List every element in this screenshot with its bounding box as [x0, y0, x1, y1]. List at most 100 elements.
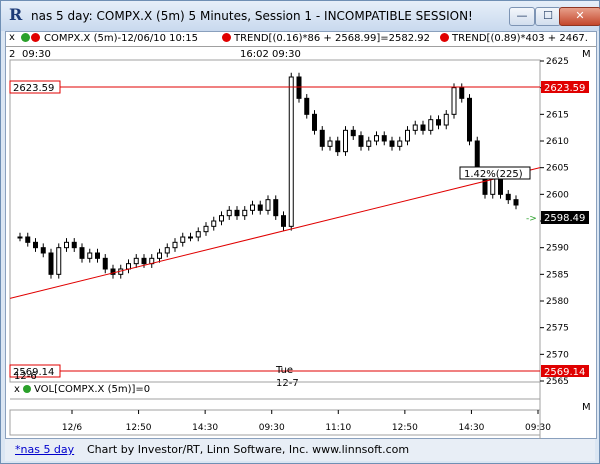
y-tick-label: 2590 — [546, 244, 569, 254]
m-button[interactable]: M — [582, 49, 591, 60]
y-tick-label: 2600 — [546, 190, 569, 200]
candle-body — [79, 247, 85, 259]
candle-body — [374, 135, 379, 142]
candle-body — [397, 140, 403, 147]
trend1-color-icon[interactable] — [222, 33, 231, 42]
candle-body — [242, 209, 248, 217]
legend-trend2-label: TREND[(0.89)*403 + 2467. — [452, 33, 588, 44]
date-label-2-date: 12-7 — [276, 378, 299, 389]
window-title: nas 5 day: COMPX.X (5m) 5 Minutes, Sessi… — [31, 9, 473, 23]
x-tick-label: 09:30 — [525, 423, 551, 433]
candle-body — [428, 119, 434, 131]
candle-body — [350, 129, 356, 137]
header-mid-time: 16:02 — [240, 49, 269, 60]
series-color-icon[interactable] — [31, 33, 40, 42]
candle-body — [95, 252, 100, 259]
date-label-1: 12-6 — [14, 371, 37, 382]
x-tick-label: 12:50 — [126, 423, 152, 433]
candle-body — [273, 199, 279, 217]
trend2-color-icon[interactable] — [440, 33, 449, 42]
candle-body — [335, 140, 341, 153]
candle-body — [381, 135, 387, 142]
candle-body — [412, 124, 418, 131]
candle-body — [366, 140, 372, 147]
level-bottom-label-right: 2569.14 — [544, 367, 585, 378]
y-tick-label: 2610 — [546, 137, 569, 147]
candle-body — [157, 252, 162, 259]
candle-body — [172, 241, 178, 249]
date-label-2-day: Tue — [275, 365, 293, 376]
candle-body — [250, 204, 255, 211]
minimize-button[interactable]: — — [509, 7, 535, 26]
candle-body — [219, 215, 224, 222]
volume-close-button[interactable]: x — [14, 384, 20, 395]
candle-body — [312, 113, 317, 131]
y-tick-label: 2615 — [546, 110, 569, 120]
candle-body — [389, 140, 395, 147]
candle-body — [133, 257, 139, 265]
candle-body — [234, 209, 240, 217]
candle-body — [203, 225, 209, 233]
header-left-time: 09:30 — [22, 49, 51, 60]
candle-body — [281, 215, 286, 227]
candle-body — [17, 236, 23, 239]
last-price-arrow-icon: -> — [526, 214, 537, 224]
candle-body — [102, 257, 108, 270]
header-mid-time2: 09:30 — [272, 49, 301, 60]
plot-frame — [9, 59, 541, 383]
candle-body — [71, 241, 77, 249]
x-axis: 12/6 12:50 14:30 09:30 11:10 12:50 14:30 09:30 — [62, 410, 551, 433]
candle-body — [126, 263, 131, 270]
volume-m-button[interactable]: M — [582, 402, 591, 413]
credits-text: Chart by Investor/RT, Linn Software, Inc… — [87, 443, 410, 456]
candle-body — [459, 87, 465, 99]
legend-trend1-label: TREND[(0.16)*86 + 2568.99]=2582.92 — [234, 33, 430, 44]
candle-body — [358, 135, 364, 147]
status-bar: *nas 5 day Chart by Investor/RT, Linn So… — [5, 439, 595, 461]
candle-body — [436, 119, 441, 126]
investor-rt-logo-icon: R — [9, 5, 23, 24]
candle-body — [319, 129, 325, 147]
candle-body — [25, 236, 31, 243]
x-tick-label: 12/6 — [62, 423, 82, 433]
chart-tab-link[interactable]: *nas 5 day — [15, 443, 74, 456]
candle-body — [164, 247, 170, 254]
price-chart[interactable]: 2 09:30 16:02 09:30 M 262526202615261026… — [6, 47, 596, 439]
candle-body — [288, 76, 294, 227]
volume-visible-icon[interactable] — [23, 385, 31, 393]
candle-body — [513, 199, 519, 206]
y-tick-label: 2580 — [546, 297, 569, 307]
candle-body — [56, 247, 62, 275]
candle-body — [180, 236, 186, 243]
candle-body — [257, 204, 263, 211]
legend-series-label: COMPX.X (5m)-12/06/10 10:15 — [44, 33, 198, 44]
candle-body — [467, 97, 472, 142]
candle-body — [265, 199, 271, 211]
y-tick-label: 2565 — [546, 377, 569, 387]
level-top-label-right: 2623.59 — [544, 83, 585, 94]
legend-close-button[interactable]: x — [9, 32, 15, 43]
volume-label: VOL[COMPX.X (5m)]=0 — [34, 384, 150, 395]
legend-bar: x COMPX.X (5m)-12/06/10 10:15 TREND[(0.1… — [6, 32, 596, 47]
y-tick-label: 2605 — [546, 164, 569, 174]
candle-body — [327, 140, 333, 147]
x-tick-label: 14:30 — [458, 423, 484, 433]
candle-body — [195, 231, 201, 238]
close-window-button[interactable]: ✕ — [559, 7, 600, 26]
candle-body — [211, 220, 217, 227]
y-tick-label: 2585 — [546, 270, 569, 280]
header-left-num: 2 — [9, 49, 15, 60]
app-window: R nas 5 day: COMPX.X (5m) 5 Minutes, Ses… — [0, 0, 600, 464]
candle-body — [443, 113, 449, 126]
candle-body — [304, 97, 310, 115]
candle-body — [64, 241, 69, 249]
chart-panel: x COMPX.X (5m)-12/06/10 10:15 TREND[(0.1… — [5, 31, 597, 439]
candle-body — [405, 129, 410, 142]
series-visible-icon[interactable] — [21, 33, 30, 42]
x-tick-label: 11:10 — [325, 423, 351, 433]
y-tick-label: 2570 — [546, 350, 569, 360]
candles — [17, 72, 519, 279]
maximize-button[interactable]: ☐ — [535, 7, 561, 26]
candle-body — [505, 193, 511, 201]
x-tick-label: 12:50 — [392, 423, 418, 433]
